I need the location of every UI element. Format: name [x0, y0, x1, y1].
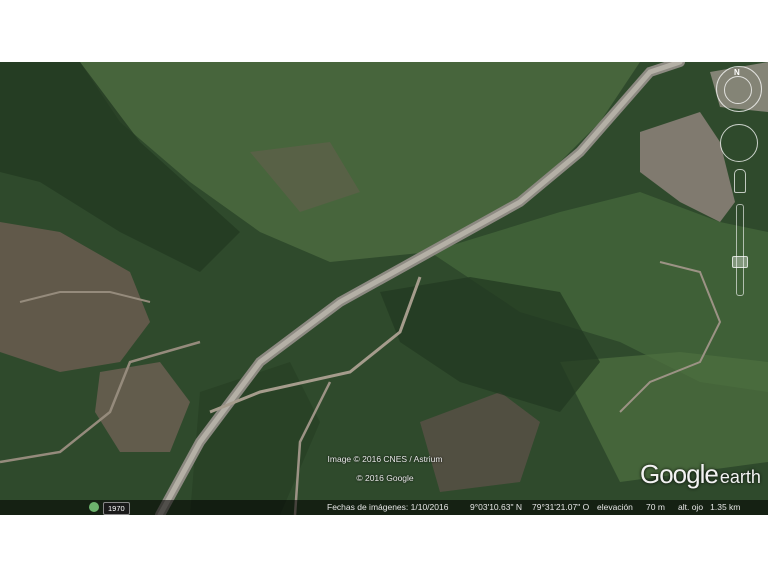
eye-altitude-readout: alt. ojo 1.35 km: [678, 502, 741, 512]
historical-year-badge[interactable]: 1970: [103, 502, 130, 515]
copyright-attribution: © 2016 Google: [356, 473, 414, 483]
longitude-readout: 79°31'21.07" O: [532, 502, 590, 512]
look-joystick[interactable]: [724, 76, 752, 104]
google-earth-logo: Google earth: [640, 459, 761, 489]
imagery-date: Fechas de imágenes: 1/10/2016: [327, 502, 449, 512]
status-bar: 1970 Fechas de imágenes: 1/10/2016 9°03'…: [0, 500, 768, 515]
satellite-imagery: [0, 62, 768, 515]
zoom-slider-knob[interactable]: [732, 256, 748, 268]
historical-imagery-icon[interactable]: [89, 502, 99, 512]
imagery-attribution: Image © 2016 CNES / Astrium: [327, 454, 443, 464]
navigation-controls[interactable]: N: [712, 66, 768, 306]
latitude-readout: 9°03'10.63" N: [470, 502, 522, 512]
satellite-map-view[interactable]: Image © 2016 CNES / Astrium © 2016 Googl…: [0, 62, 768, 515]
street-view-pegman-icon[interactable]: [734, 169, 746, 193]
zoom-slider[interactable]: [736, 204, 744, 296]
elevation-label: elevación: [597, 502, 633, 512]
elevation-value: 70 m: [646, 502, 665, 512]
move-joystick[interactable]: [720, 124, 758, 162]
